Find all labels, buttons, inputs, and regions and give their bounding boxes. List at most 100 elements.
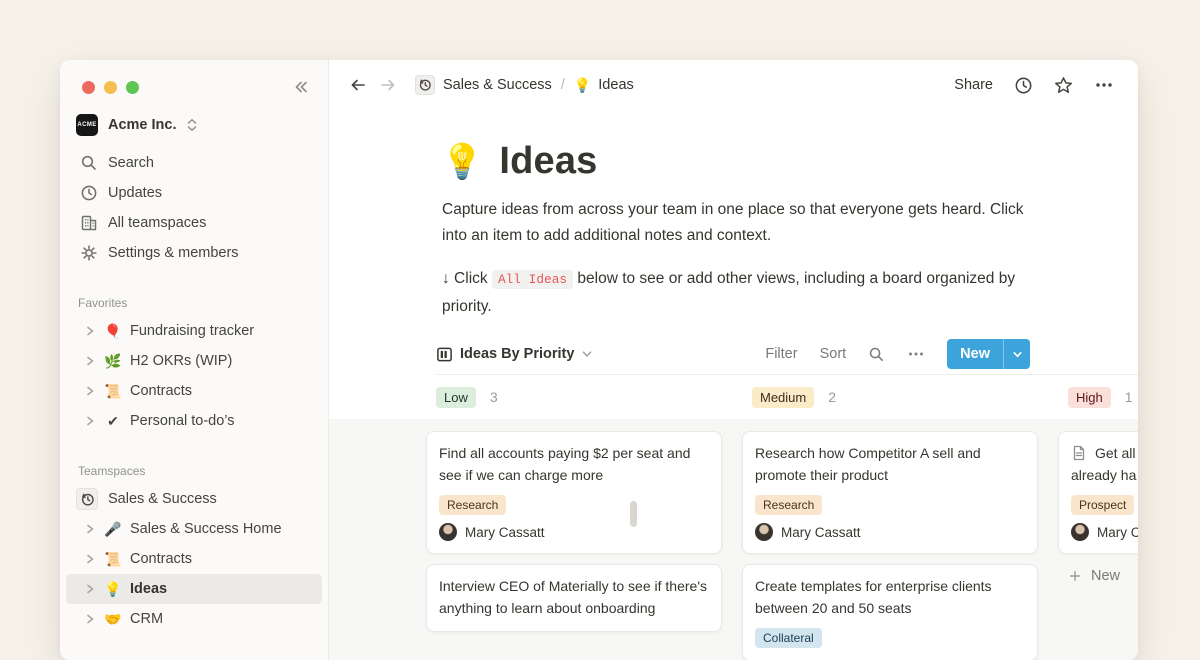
new-button[interactable]: New [947, 339, 1003, 369]
chevron-right-icon[interactable] [82, 523, 98, 535]
idea-card[interactable]: Research how Competitor A sell and promo… [742, 431, 1038, 554]
plus-icon [1068, 569, 1082, 583]
hint-code: All Ideas [492, 270, 573, 289]
share-button[interactable]: Share [954, 77, 993, 93]
board-column-medium: Research how Competitor A sell and promo… [742, 431, 1038, 660]
light-bulb-icon: 💡 [104, 581, 122, 598]
sidebar-item-fundraising-tracker[interactable]: 🎈 Fundraising tracker [66, 316, 322, 346]
sidebar-item-ideas[interactable]: 💡 Ideas [66, 574, 322, 604]
priority-pill-high[interactable]: High [1068, 387, 1111, 408]
sidebar: ACME Acme Inc. Search Updates [60, 60, 329, 660]
filter-button[interactable]: Filter [765, 346, 797, 362]
topbar-actions: Share [954, 76, 1114, 95]
sidebar-item-search[interactable]: Search [66, 148, 322, 178]
sidebar-item-sales-success-home[interactable]: 🎤 Sales & Success Home [66, 514, 322, 544]
sidebar-item-h2-okrs[interactable]: 🌿 H2 OKRs (WIP) [66, 346, 322, 376]
topbar: Sales & Success / 💡 Ideas Share [329, 60, 1138, 110]
back-arrow-icon[interactable] [349, 76, 367, 94]
updates-clock-icon[interactable] [1014, 76, 1033, 95]
page-icon-light-bulb[interactable]: 💡 [441, 145, 483, 179]
assignee-row: Mary Cassatt [1071, 523, 1138, 541]
add-new-card-button[interactable]: New [1058, 564, 1138, 588]
sidebar-item-contracts-teamspace[interactable]: 📜 Contracts [66, 544, 322, 574]
sort-button[interactable]: Sort [820, 346, 847, 362]
new-button-dropdown[interactable] [1003, 339, 1030, 369]
page-document-icon [1071, 445, 1087, 461]
tag-research: Research [755, 495, 822, 515]
avatar [439, 523, 457, 541]
board-column-low: Find all accounts paying $2 per seat and… [426, 431, 722, 660]
handshake-icon: 🤝 [104, 611, 122, 628]
zoom-window-button[interactable] [126, 81, 139, 94]
sidebar-item-contracts-favorite[interactable]: 📜 Contracts [66, 376, 322, 406]
more-options-icon[interactable] [1094, 76, 1114, 94]
kanban-board: Find all accounts paying $2 per seat and… [329, 419, 1138, 660]
minimize-window-button[interactable] [104, 81, 117, 94]
checkmark-icon: ✔ [104, 413, 122, 430]
chevron-right-icon[interactable] [82, 385, 98, 397]
idea-card[interactable]: Create templates for enterprise clients … [742, 564, 1038, 660]
breadcrumb-separator: / [561, 77, 565, 93]
gear-icon [80, 244, 98, 262]
idea-card[interactable]: Find all accounts paying $2 per seat and… [426, 431, 722, 554]
history-clock-icon [415, 75, 435, 95]
more-options-icon[interactable] [907, 346, 925, 362]
priority-pill-low[interactable]: Low [436, 387, 476, 408]
tag-collateral: Collateral [755, 628, 822, 648]
workspace-switcher[interactable]: ACME Acme Inc. [66, 110, 322, 140]
window-controls [60, 80, 328, 94]
clock-icon [80, 184, 98, 202]
tag-prospect: Prospect [1071, 495, 1134, 515]
workspace-name: Acme Inc. [108, 117, 177, 133]
view-tab-ideas-by-priority[interactable]: Ideas By Priority [436, 346, 593, 363]
sidebar-nav: Search Updates All teamspaces Settings &… [60, 148, 328, 268]
hint-block[interactable]: ↓ Click All Ideas below to see or add ot… [442, 265, 1042, 320]
sidebar-item-updates[interactable]: Updates [66, 178, 322, 208]
search-icon[interactable] [868, 346, 885, 363]
new-button-group: New [947, 339, 1030, 369]
microphone-icon: 🎤 [104, 521, 122, 538]
scrollbar-thumb[interactable] [630, 501, 637, 527]
chevron-right-icon[interactable] [82, 325, 98, 337]
priority-pill-medium[interactable]: Medium [752, 387, 814, 408]
breadcrumb-page[interactable]: Ideas [598, 77, 633, 93]
column-count: 3 [490, 389, 498, 405]
page-description[interactable]: Capture ideas from across your team in o… [442, 197, 1030, 249]
forward-arrow-icon[interactable] [379, 76, 397, 94]
board-column-headers: Low 3 Medium 2 High 1 [329, 375, 1138, 419]
avatar [1071, 523, 1089, 541]
chevron-right-icon[interactable] [82, 583, 98, 595]
sidebar-item-personal-todos[interactable]: ✔ Personal to-do’s [66, 406, 322, 436]
workspace-logo: ACME [76, 114, 98, 136]
history-clock-icon [76, 488, 98, 510]
sidebar-item-sales-and-success[interactable]: Sales & Success [66, 484, 322, 514]
workspace-switch-icon [185, 117, 199, 133]
chevron-right-icon[interactable] [82, 355, 98, 367]
sidebar-item-settings[interactable]: Settings & members [66, 238, 322, 268]
teamspaces-section-label: Teamspaces [66, 464, 322, 478]
collapse-sidebar-icon[interactable] [292, 78, 310, 96]
favorites-section-label: Favorites [66, 296, 322, 310]
column-count: 1 [1125, 389, 1133, 405]
breadcrumb-teamspace[interactable]: Sales & Success [443, 77, 552, 93]
idea-card[interactable]: Interview CEO of Materially to see if th… [426, 564, 722, 632]
idea-card[interactable]: Get all already ha Prospect Mary Cassatt [1058, 431, 1138, 554]
tag-research: Research [439, 495, 506, 515]
close-window-button[interactable] [82, 81, 95, 94]
herb-icon: 🌿 [104, 353, 122, 370]
page-header: 💡 Ideas [329, 110, 1138, 183]
sidebar-item-all-teamspaces[interactable]: All teamspaces [66, 208, 322, 238]
chevron-right-icon[interactable] [82, 553, 98, 565]
scroll-icon: 📜 [104, 383, 122, 400]
view-name: Ideas By Priority [460, 346, 574, 362]
favorite-star-icon[interactable] [1054, 76, 1073, 95]
chevron-right-icon[interactable] [82, 415, 98, 427]
board-view-icon [436, 346, 453, 363]
chevron-right-icon[interactable] [82, 613, 98, 625]
toolbar-actions: Filter Sort New [765, 339, 1030, 369]
page-title[interactable]: Ideas [499, 140, 597, 183]
column-header-low: Low 3 [426, 387, 722, 408]
scroll-icon: 📜 [104, 551, 122, 568]
page-content: 💡 Ideas Capture ideas from across your t… [329, 110, 1138, 660]
building-icon [80, 214, 98, 232]
